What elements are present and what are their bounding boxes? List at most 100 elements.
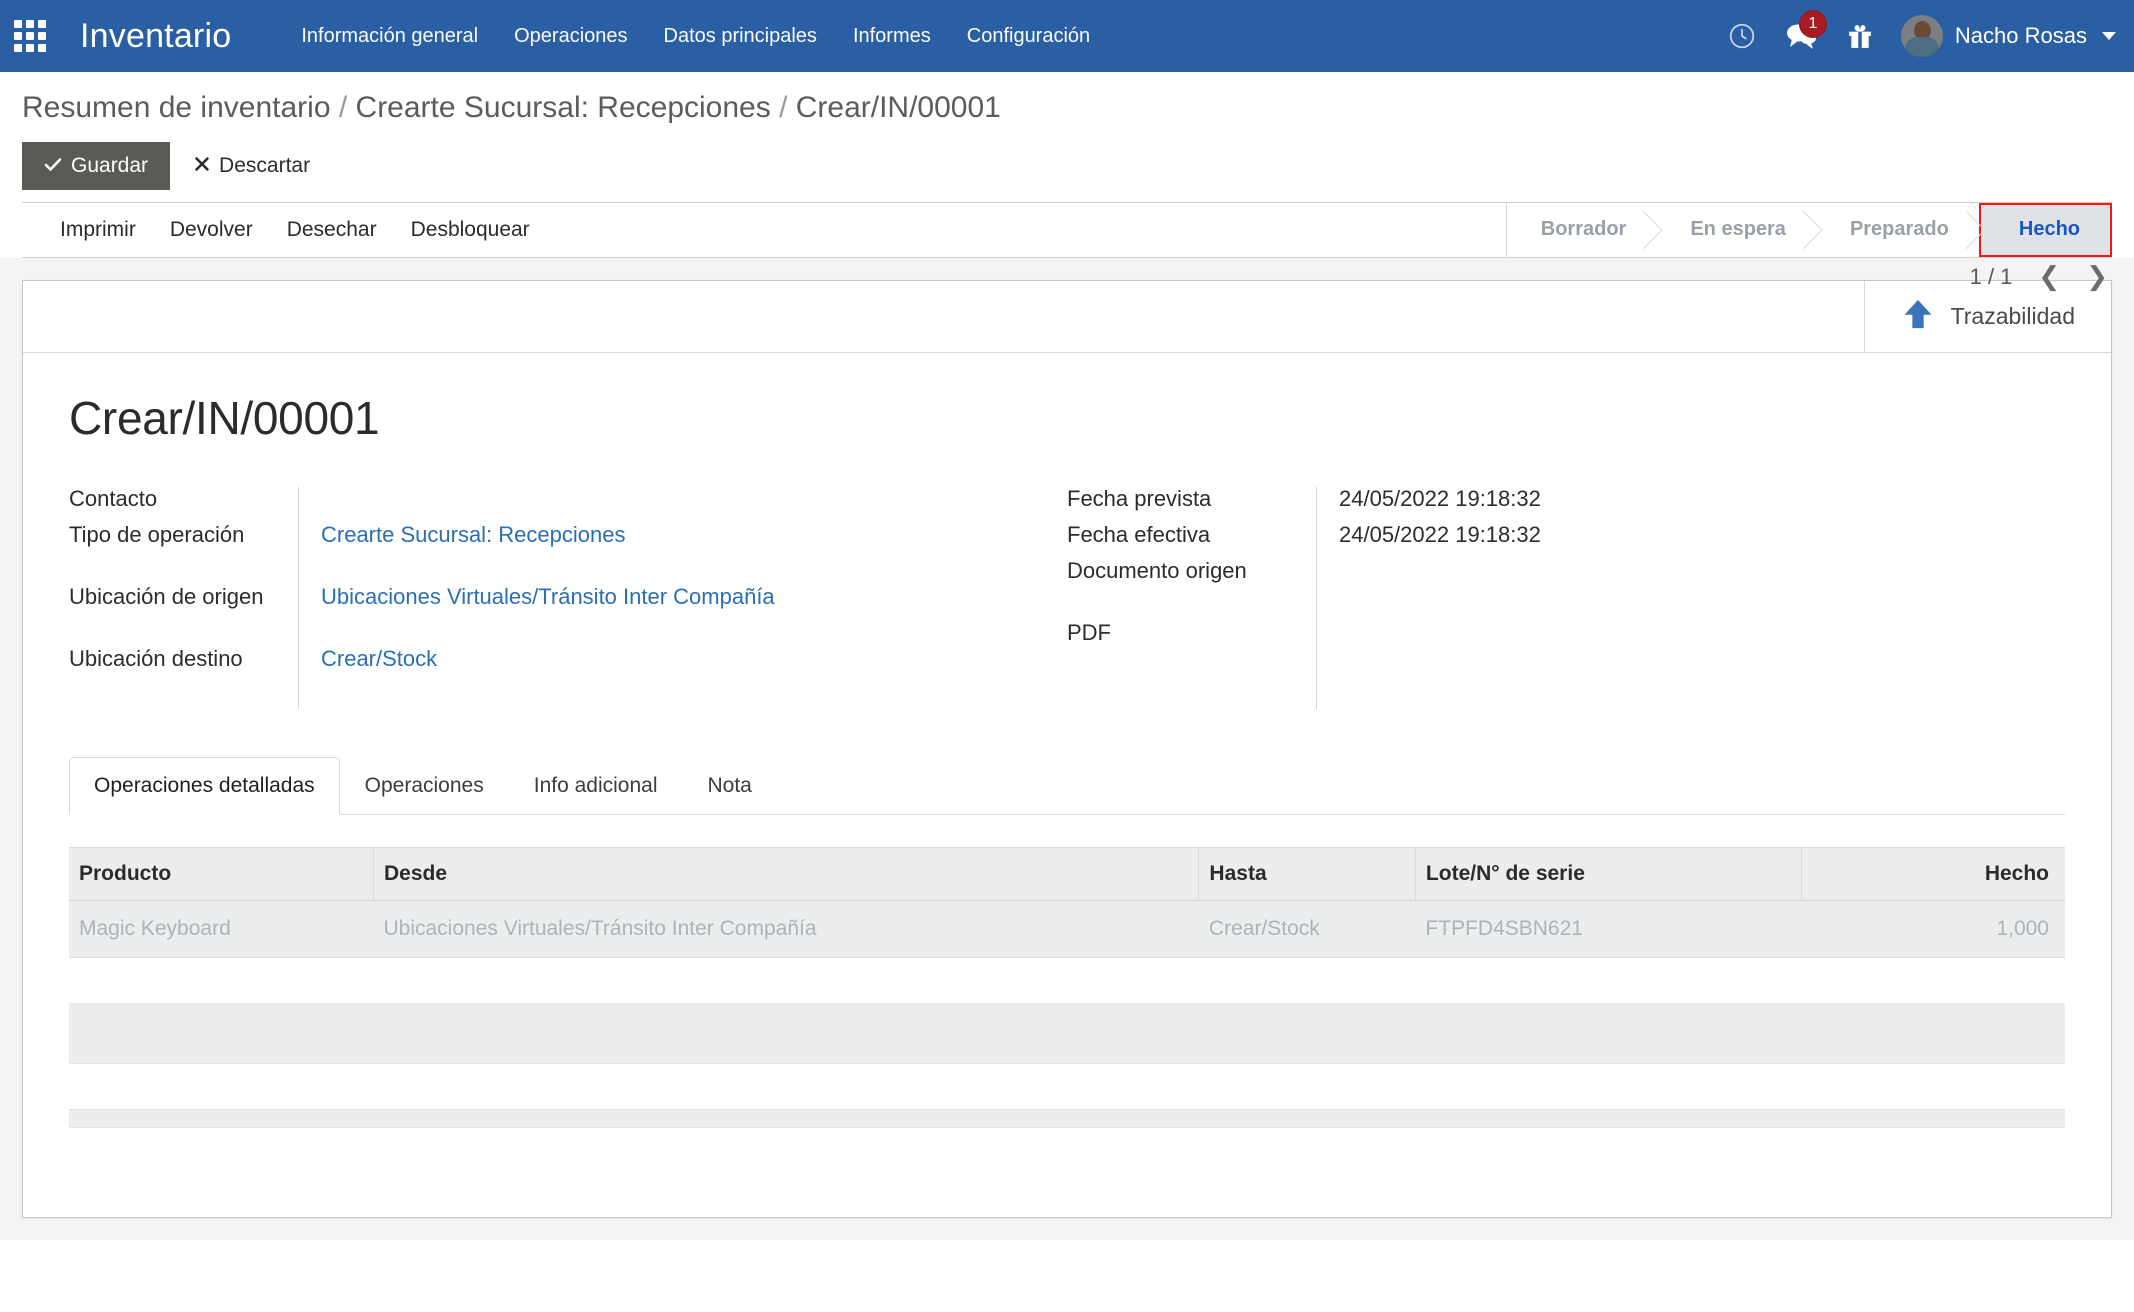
right-field-values: 24/05/2022 19:18:32 24/05/2022 19:18:32 bbox=[1317, 487, 2065, 709]
menu-item-informes[interactable]: Informes bbox=[853, 25, 931, 48]
messages-badge: 1 bbox=[1799, 10, 1827, 38]
breadcrumb-item-sucursal[interactable]: Crearte Sucursal: Recepciones bbox=[356, 91, 771, 124]
table-spacer-row-2 bbox=[69, 1064, 2065, 1110]
detailed-operations-table: Producto Desde Hasta Lote/N° de serie He… bbox=[69, 847, 2065, 1129]
form-sheet: Trazabilidad Crear/IN/00001 Contacto Tip… bbox=[22, 280, 2112, 1218]
control-panel: Resumen de inventario / Crearte Sucursal… bbox=[0, 72, 2134, 258]
return-button[interactable]: Devolver bbox=[156, 210, 267, 250]
workflow-buttons: Imprimir Devolver Desechar Desbloquear bbox=[22, 203, 544, 257]
tab-operaciones-detalladas[interactable]: Operaciones detalladas bbox=[69, 757, 340, 815]
clock-icon[interactable] bbox=[1727, 21, 1757, 51]
status-step-hecho[interactable]: Hecho bbox=[1979, 203, 2112, 257]
status-step-borrador[interactable]: Borrador bbox=[1506, 203, 1657, 257]
link-ubicacion-origen[interactable]: Ubicaciones Virtuales/Tránsito Inter Com… bbox=[321, 584, 775, 609]
label-pdf: PDF bbox=[1067, 621, 1300, 647]
sheet-body: Crear/IN/00001 Contacto Tipo de operació… bbox=[23, 353, 2111, 1217]
user-menu[interactable]: Nacho Rosas bbox=[1901, 15, 2116, 57]
link-tipo-operacion[interactable]: Crearte Sucursal: Recepciones bbox=[321, 522, 625, 547]
cell-hasta[interactable]: Crear/Stock bbox=[1199, 900, 1416, 957]
close-icon bbox=[194, 154, 210, 178]
value-tipo-operacion: Crearte Sucursal: Recepciones bbox=[321, 523, 1067, 575]
gift-icon[interactable] bbox=[1847, 21, 1873, 51]
status-pipeline: Borrador En espera Preparado Hecho bbox=[1506, 203, 2112, 257]
tab-info-adicional[interactable]: Info adicional bbox=[509, 757, 683, 815]
notebook-tabs: Operaciones detalladas Operaciones Info … bbox=[69, 757, 2065, 815]
scrap-button[interactable]: Desechar bbox=[273, 210, 391, 250]
menu-item-configuracion[interactable]: Configuración bbox=[967, 25, 1090, 48]
label-tipo-operacion: Tipo de operación bbox=[69, 523, 282, 575]
traceability-label: Trazabilidad bbox=[1951, 303, 2075, 330]
right-field-labels: Fecha prevista Fecha efectiva Documento … bbox=[1067, 487, 1317, 709]
traceability-stat-button[interactable]: Trazabilidad bbox=[1864, 281, 2111, 352]
label-ubicacion-origen: Ubicación de origen bbox=[69, 585, 282, 637]
status-step-en-espera[interactable]: En espera bbox=[1656, 203, 1816, 257]
value-ubicacion-origen: Ubicaciones Virtuales/Tránsito Inter Com… bbox=[321, 585, 1067, 637]
table-row[interactable]: Magic Keyboard Ubicaciones Virtuales/Trá… bbox=[69, 900, 2065, 957]
pager-counter: 1 / 1 bbox=[1970, 264, 2013, 290]
app-brand-title[interactable]: Inventario bbox=[80, 17, 231, 56]
menu-item-informacion-general[interactable]: Información general bbox=[301, 25, 478, 48]
label-documento-origen: Documento origen bbox=[1067, 559, 1300, 611]
breadcrumb: Resumen de inventario / Crearte Sucursal… bbox=[22, 88, 1122, 128]
col-hasta[interactable]: Hasta bbox=[1199, 847, 1416, 900]
unlock-button[interactable]: Desbloquear bbox=[397, 210, 544, 250]
label-fecha-prevista: Fecha prevista bbox=[1067, 487, 1300, 513]
breadcrumb-sep: / bbox=[331, 91, 356, 124]
avatar bbox=[1901, 15, 1943, 57]
discard-button[interactable]: Descartar bbox=[184, 142, 320, 190]
form-column-right: Fecha prevista Fecha efectiva Documento … bbox=[1067, 487, 2065, 709]
tab-operaciones[interactable]: Operaciones bbox=[340, 757, 509, 815]
main-menu: Información general Operaciones Datos pr… bbox=[301, 25, 1090, 48]
sheet-stat-buttons-bar: Trazabilidad bbox=[23, 281, 2111, 353]
status-step-preparado[interactable]: Preparado bbox=[1816, 203, 1979, 257]
col-producto[interactable]: Producto bbox=[69, 847, 373, 900]
label-contacto: Contacto bbox=[69, 487, 282, 513]
apps-grid-icon[interactable] bbox=[0, 0, 60, 72]
value-fecha-prevista[interactable]: 24/05/2022 19:18:32 bbox=[1339, 487, 2065, 513]
col-lote-serie[interactable]: Lote/N° de serie bbox=[1415, 847, 1801, 900]
cell-hecho[interactable]: 1,000 bbox=[1801, 900, 2065, 957]
link-ubicacion-destino[interactable]: Crear/Stock bbox=[321, 646, 437, 671]
save-button-label: Guardar bbox=[71, 154, 148, 178]
pager: 1 / 1 ❮ ❯ bbox=[1970, 264, 2108, 290]
top-navbar: Inventario Información general Operacion… bbox=[0, 0, 2134, 72]
left-field-values: Crearte Sucursal: Recepciones Ubicacione… bbox=[299, 487, 1067, 709]
value-contacto[interactable] bbox=[321, 487, 1067, 513]
detailed-operations-table-wrap: Producto Desde Hasta Lote/N° de serie He… bbox=[69, 847, 2065, 1129]
label-fecha-efectiva: Fecha efectiva bbox=[1067, 523, 1300, 549]
cell-producto[interactable]: Magic Keyboard bbox=[69, 900, 373, 957]
value-ubicacion-destino: Crear/Stock bbox=[321, 647, 1067, 699]
save-button[interactable]: Guardar bbox=[22, 142, 170, 190]
chat-bubble-icon[interactable]: 1 bbox=[1785, 21, 1819, 51]
breadcrumb-sep-2: / bbox=[771, 91, 796, 124]
value-documento-origen[interactable] bbox=[1339, 559, 2065, 611]
arrow-up-icon bbox=[1901, 297, 1935, 336]
table-empty-row[interactable] bbox=[69, 1003, 2065, 1064]
chevron-down-icon bbox=[2102, 32, 2116, 40]
table-header-row: Producto Desde Hasta Lote/N° de serie He… bbox=[69, 847, 2065, 900]
cell-desde[interactable]: Ubicaciones Virtuales/Tránsito Inter Com… bbox=[373, 900, 1198, 957]
value-pdf[interactable] bbox=[1339, 621, 2065, 647]
form-columns: Contacto Tipo de operación Ubicación de … bbox=[69, 487, 2065, 709]
menu-item-operaciones[interactable]: Operaciones bbox=[514, 25, 627, 48]
tab-nota[interactable]: Nota bbox=[683, 757, 777, 815]
col-desde[interactable]: Desde bbox=[373, 847, 1198, 900]
sheet-background: Trazabilidad Crear/IN/00001 Contacto Tip… bbox=[0, 258, 2134, 1240]
label-ubicacion-destino: Ubicación destino bbox=[69, 647, 282, 699]
chevron-right-icon[interactable]: ❯ bbox=[2086, 264, 2108, 290]
check-icon bbox=[44, 154, 62, 178]
value-fecha-efectiva[interactable]: 24/05/2022 19:18:32 bbox=[1339, 523, 2065, 549]
menu-item-datos-principales[interactable]: Datos principales bbox=[664, 25, 817, 48]
breadcrumb-item-resumen[interactable]: Resumen de inventario bbox=[22, 91, 331, 124]
status-toolbar: Imprimir Devolver Desechar Desbloquear B… bbox=[22, 202, 2112, 258]
table-spacer-row bbox=[69, 957, 2065, 1003]
page-title: Crear/IN/00001 bbox=[69, 391, 2065, 445]
chevron-left-icon[interactable]: ❮ bbox=[2038, 264, 2060, 290]
record-action-buttons: Guardar Descartar bbox=[22, 142, 2112, 190]
print-button[interactable]: Imprimir bbox=[46, 210, 150, 250]
discard-button-label: Descartar bbox=[219, 154, 310, 178]
user-name-label: Nacho Rosas bbox=[1955, 23, 2087, 49]
col-hecho[interactable]: Hecho bbox=[1801, 847, 2065, 900]
breadcrumb-item-current: Crear/IN/00001 bbox=[796, 91, 1001, 124]
cell-lote-serie[interactable]: FTPFD4SBN621 bbox=[1415, 900, 1801, 957]
